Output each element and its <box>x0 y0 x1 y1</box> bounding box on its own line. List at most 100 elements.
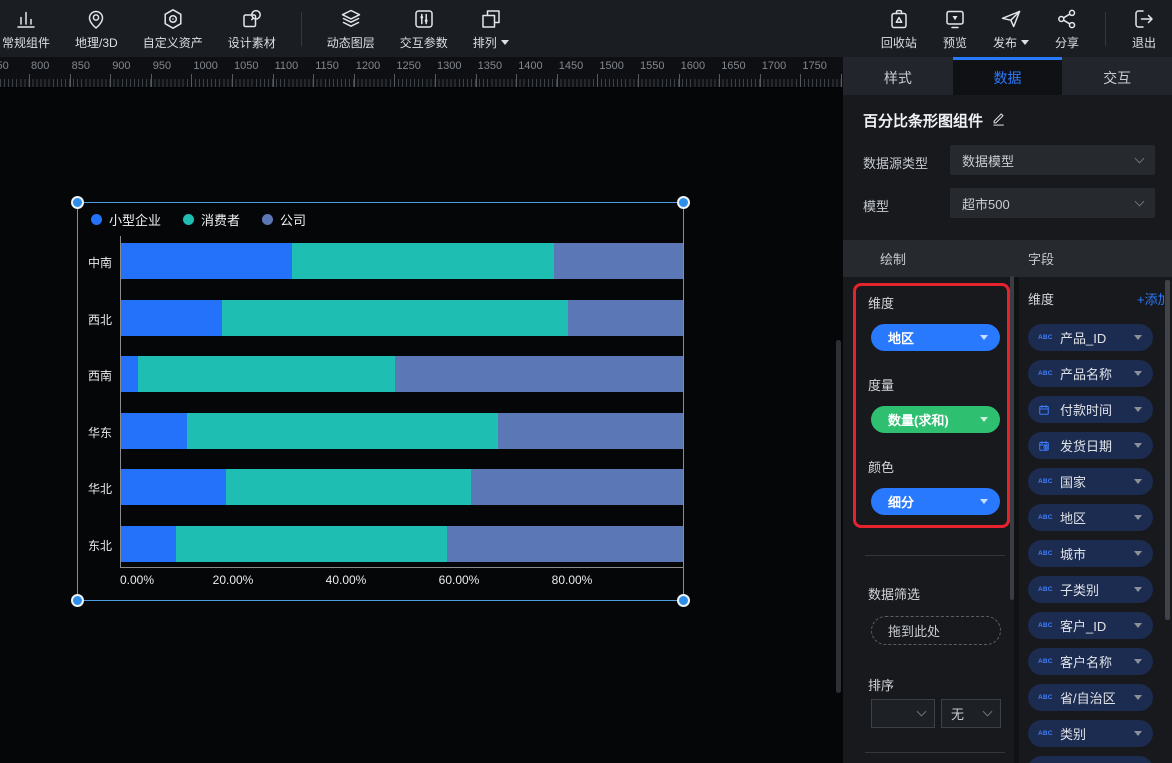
toolbar-item-自定义资产[interactable]: 自定义资产 <box>143 0 203 57</box>
percentage-bar-chart-component[interactable]: 小型企业消费者公司 中南西北西南华东华北东北 0.00%20.00%40.00%… <box>77 202 684 601</box>
toolbar-item-text: 动态图层 <box>327 34 375 51</box>
chevron-down-icon <box>1135 153 1145 163</box>
toolbar-item-预览[interactable]: 预览 <box>943 0 967 57</box>
field-pill-付款时间[interactable]: 付款时间 <box>1028 396 1153 423</box>
toolbar-item-text: 回收站 <box>881 34 917 51</box>
fields-column-scrollbar[interactable] <box>1165 280 1170 620</box>
field-pill-城市[interactable]: ABC城市 <box>1028 540 1153 567</box>
caret-down-icon <box>1134 587 1142 592</box>
field-pill-省/自治区[interactable]: ABC省/自治区 <box>1028 684 1153 711</box>
ruler-label: 1650 <box>721 60 745 72</box>
chart-legend: 小型企业 消费者 公司 <box>91 210 306 229</box>
legend-item-小型企业[interactable]: 小型企业 <box>91 210 161 229</box>
caret-down-icon <box>980 417 988 422</box>
caret-down-icon <box>1021 40 1029 45</box>
selection-handle-bottom-right[interactable] <box>677 594 690 607</box>
group-select-颜色[interactable]: 细分 <box>871 488 1000 515</box>
bar-segment-小型企业 <box>120 526 176 562</box>
ruler-major-tick <box>110 74 111 87</box>
field-pill-产品_ID[interactable]: ABC产品_ID <box>1028 324 1153 351</box>
selection-handle-top-left[interactable] <box>71 196 84 209</box>
x-axis-tick-label: 80.00% <box>552 573 593 587</box>
ruler-label: 1700 <box>762 60 786 72</box>
toolbar-item-text: 分享 <box>1055 34 1079 51</box>
ruler-major-tick <box>313 74 314 87</box>
ruler-label: 800 <box>31 60 49 72</box>
field-pill-地区[interactable]: ABC地区 <box>1028 504 1153 531</box>
field-pill-客户_ID[interactable]: ABC客户_ID <box>1028 612 1153 639</box>
edit-title-icon[interactable] <box>991 111 1006 130</box>
toolbar-item-label: 回收站 <box>881 34 917 51</box>
datasource-type-select[interactable]: 数据模型 <box>950 145 1155 175</box>
abc-icon: ABC <box>1038 586 1058 593</box>
tab-draw[interactable]: 绘制 <box>880 240 906 277</box>
model-label: 模型 <box>863 196 889 215</box>
interaction-params-icon <box>412 7 436 31</box>
sort-order-select[interactable]: 无 <box>941 699 1001 728</box>
ruler-major-tick <box>232 74 233 87</box>
toolbar-item-text: 设计素材 <box>228 34 276 51</box>
panel-tab-交互[interactable]: 交互 <box>1062 57 1172 95</box>
ruler-major-tick <box>597 74 598 87</box>
abc-icon: ABC <box>1038 694 1058 701</box>
ruler-label: 750 <box>0 60 9 72</box>
model-select[interactable]: 超市500 <box>950 188 1155 218</box>
component-title-row: 百分比条形图组件 <box>863 110 1006 131</box>
group-select-value: 地区 <box>888 328 914 347</box>
toolbar-item-地理/3D[interactable]: 地理/3D <box>75 0 118 57</box>
chart-y-axis-line <box>120 236 121 567</box>
data-config-panel: 百分比条形图组件 数据源类型 数据模型 模型 超市500 绘制 字段 维度地区度… <box>843 95 1172 763</box>
ruler-major-tick <box>719 74 720 87</box>
ruler-label: 1500 <box>599 60 623 72</box>
legend-item-公司[interactable]: 公司 <box>262 210 306 229</box>
filter-dropzone[interactable]: 拖到此处 <box>871 616 1001 645</box>
canvas-vertical-scrollbar[interactable] <box>836 340 841 693</box>
toolbar-item-常规组件[interactable]: 常规组件 <box>2 0 50 57</box>
caret-down-icon <box>1134 551 1142 556</box>
bar-segment-消费者 <box>138 356 395 392</box>
ruler-label: 1400 <box>518 60 542 72</box>
group-select-维度[interactable]: 地区 <box>871 324 1000 351</box>
toolbar-item-动态图层[interactable]: 动态图层 <box>327 0 375 57</box>
caret-down-icon <box>1134 515 1142 520</box>
field-pill-发货日期[interactable]: 发货日期 <box>1028 432 1153 459</box>
field-pill-类别[interactable]: ABC类别 <box>1028 720 1153 747</box>
ruler-major-tick <box>638 74 639 87</box>
field-pill-客户名称[interactable]: ABC客户名称 <box>1028 648 1153 675</box>
ruler-label: 1550 <box>640 60 664 72</box>
group-select-度量[interactable]: 数量(求和) <box>871 406 1000 433</box>
bar-segment-公司 <box>395 356 683 392</box>
toolbar-item-发布[interactable]: 发布 <box>993 0 1029 57</box>
toolbar-item-设计素材[interactable]: 设计素材 <box>228 0 276 57</box>
field-pill-客户细分[interactable]: ABC客户细分 <box>1028 756 1153 763</box>
geo-3d-icon <box>84 7 108 31</box>
ruler-label: 850 <box>72 60 90 72</box>
selection-handle-top-right[interactable] <box>677 196 690 209</box>
tab-fields[interactable]: 字段 <box>1028 240 1054 277</box>
toolbar-item-回收站[interactable]: 回收站 <box>881 0 917 57</box>
x-axis-tick-label: 40.00% <box>326 573 367 587</box>
legend-dot-icon <box>91 214 102 225</box>
sort-field-select[interactable] <box>871 699 935 728</box>
toolbar-item-排列[interactable]: 排列 <box>473 0 509 57</box>
panel-tab-样式[interactable]: 样式 <box>843 57 953 95</box>
ruler-label: 900 <box>112 60 130 72</box>
ruler-label: 1350 <box>478 60 502 72</box>
toolbar-item-text: 自定义资产 <box>143 34 203 51</box>
abc-icon: ABC <box>1038 550 1058 557</box>
bar-segment-消费者 <box>226 469 471 505</box>
field-pill-国家[interactable]: ABC国家 <box>1028 468 1153 495</box>
field-pill-产品名称[interactable]: ABC产品名称 <box>1028 360 1153 387</box>
toolbar-item-交互参数[interactable]: 交互参数 <box>400 0 448 57</box>
ruler-major-tick <box>70 74 71 87</box>
selection-handle-bottom-left[interactable] <box>71 594 84 607</box>
ruler-major-tick <box>841 74 842 87</box>
abc-icon-text: ABC <box>1038 478 1053 485</box>
toolbar-item-退出[interactable]: 退出 <box>1132 0 1156 57</box>
panel-tab-数据[interactable]: 数据 <box>953 57 1063 95</box>
toolbar-item-分享[interactable]: 分享 <box>1055 0 1079 57</box>
design-canvas[interactable]: 小型企业消费者公司 中南西北西南华东华北东北 0.00%20.00%40.00%… <box>0 88 843 763</box>
draw-column-scrollbar[interactable] <box>1010 276 1014 600</box>
legend-item-消费者[interactable]: 消费者 <box>183 210 240 229</box>
field-pill-子类别[interactable]: ABC子类别 <box>1028 576 1153 603</box>
